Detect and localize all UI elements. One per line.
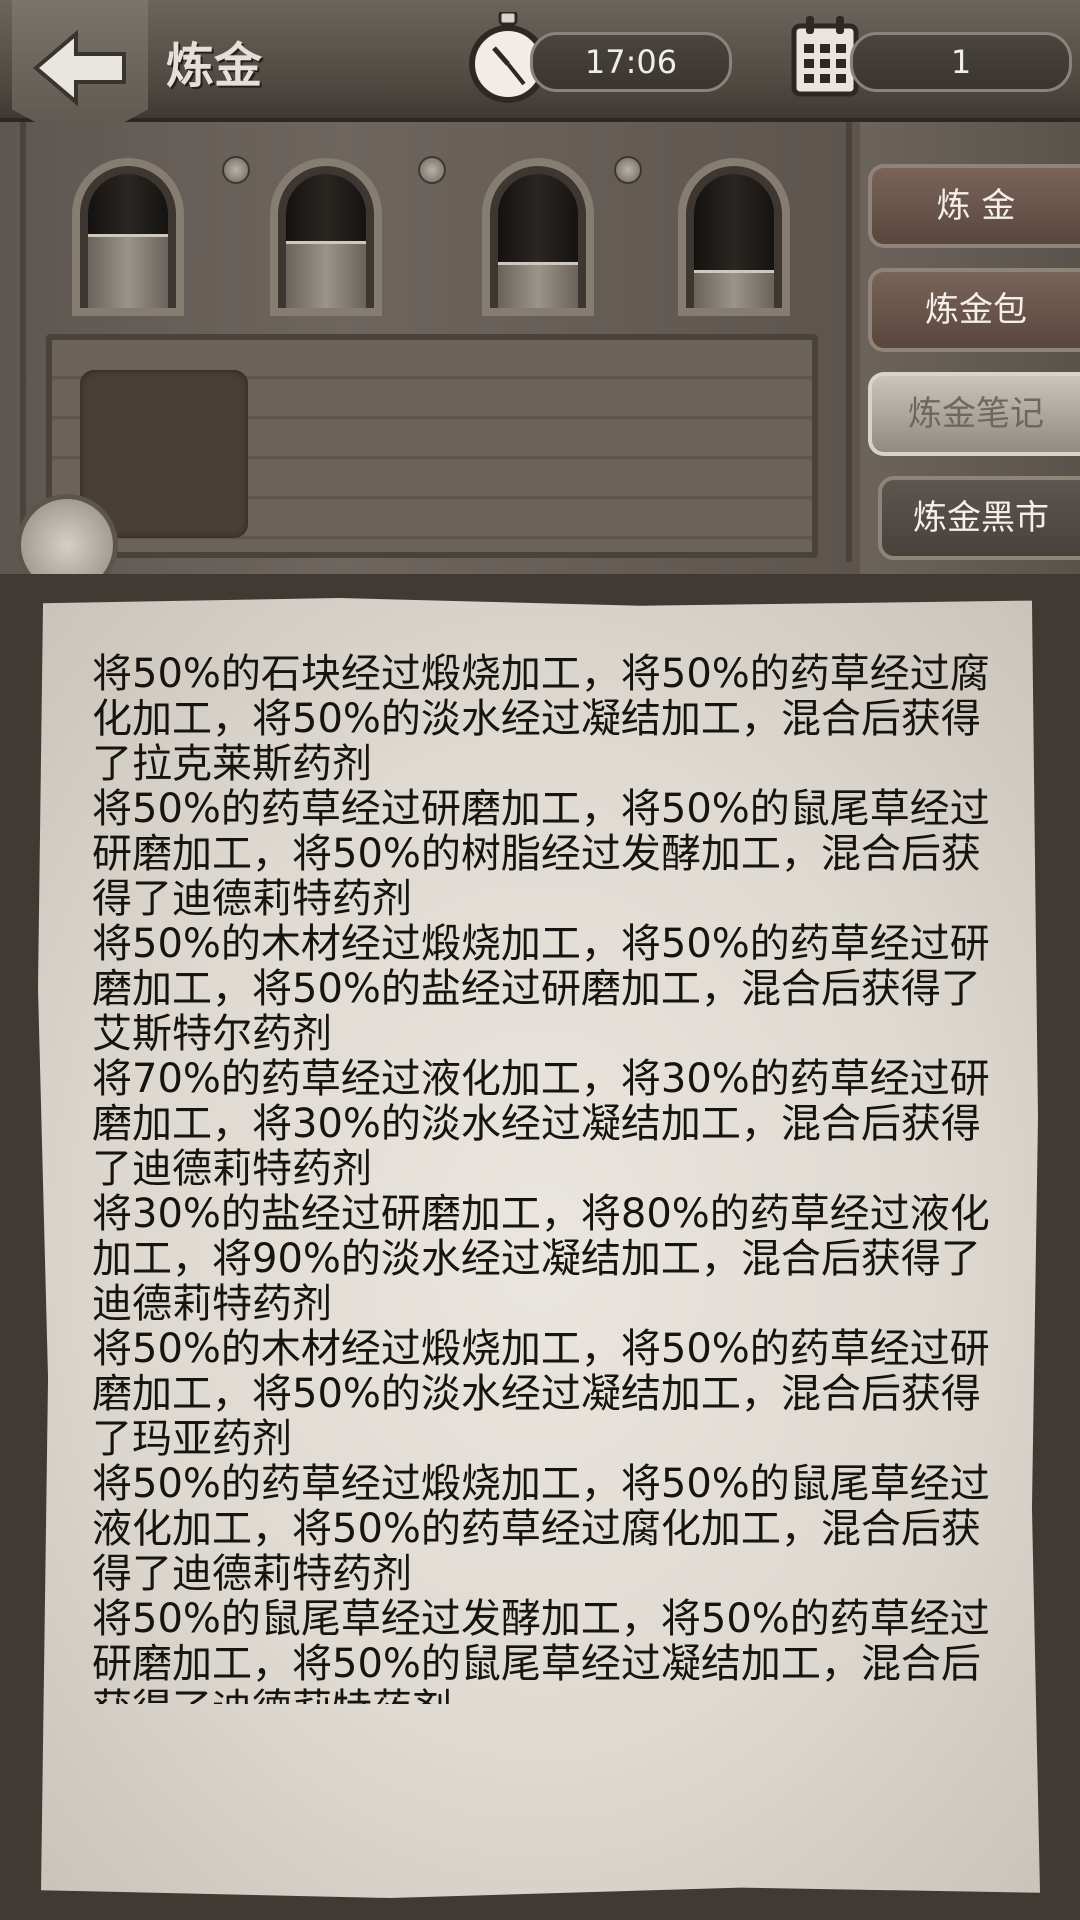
note-entry: 将30%的盐经过研磨加工，将80%的药草经过液化加工，将90%的淡水经过凝结加工… [92, 1191, 990, 1327]
note-entry: 将50%的药草经过研磨加工，将50%的鼠尾草经过研磨加工，将50%的树脂经过发酵… [92, 786, 990, 922]
note-entry: 将50%的鼠尾草经过发酵加工，将50%的药草经过研磨加工，将50%的鼠尾草经过凝… [92, 1596, 990, 1705]
note-entry: 将50%的木材经过煅烧加工，将50%的药草经过研磨加工，将50%的盐经过研磨加工… [92, 921, 990, 1057]
alchemy-notes-list[interactable]: 将50%的石块经过煅烧加工，将50%的药草经过腐化加工，将50%的淡水经过凝结加… [92, 652, 992, 1704]
ingredient-board [46, 334, 818, 558]
note-entry: 将50%的石块经过煅烧加工，将50%的药草经过腐化加工，将50%的淡水经过凝结加… [92, 652, 990, 787]
alchemy-machine [0, 122, 860, 596]
flask [72, 158, 184, 316]
flask [482, 158, 594, 316]
back-arrow-icon [32, 29, 126, 107]
screw-icon [614, 156, 642, 184]
day-counter: 1 [850, 32, 1072, 92]
time-display: 17:06 [530, 32, 732, 92]
menu-alchemy-bag[interactable]: 炼金包 [868, 268, 1080, 352]
note-entry: 将70%的药草经过液化加工，将30%的药草经过研磨加工，将30%的淡水经过凝结加… [92, 1056, 990, 1192]
top-bar: 炼金 17:06 1 [0, 0, 1080, 146]
page-title: 炼金 [166, 38, 263, 94]
menu-alchemy[interactable]: 炼 金 [868, 164, 1080, 248]
screw-icon [222, 156, 250, 184]
side-menu: 炼 金 炼金包 炼金笔记 炼金黑市 [860, 122, 1080, 574]
flask [678, 158, 790, 316]
menu-alchemy-notes[interactable]: 炼金笔记 [868, 372, 1080, 456]
note-entry: 将50%的木材经过煅烧加工，将50%的药草经过研磨加工，将50%的淡水经过凝结加… [92, 1326, 990, 1462]
note-entry: 将50%的药草经过煅烧加工，将50%的鼠尾草经过液化加工，将50%的药草经过腐化… [92, 1461, 990, 1597]
menu-alchemy-black-market[interactable]: 炼金黑市 [878, 476, 1080, 560]
screw-icon [418, 156, 446, 184]
flask [270, 158, 382, 316]
